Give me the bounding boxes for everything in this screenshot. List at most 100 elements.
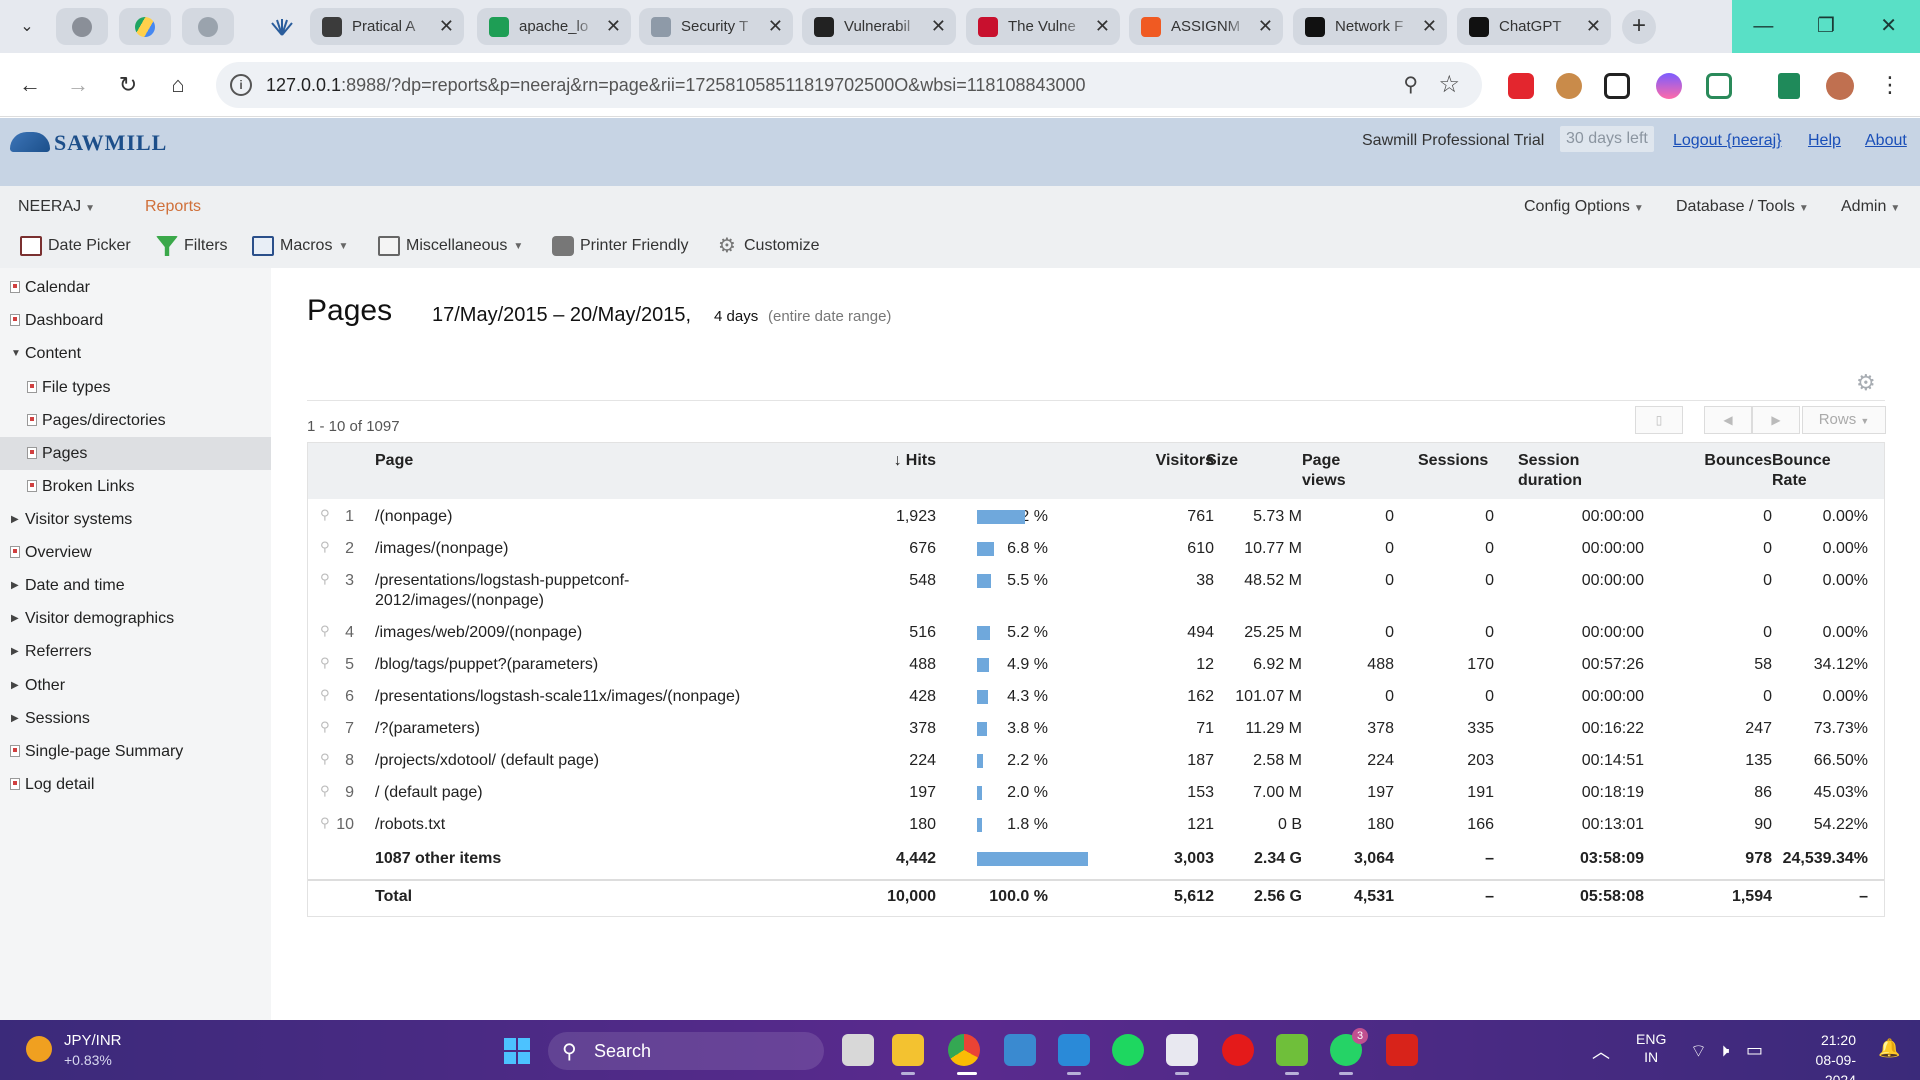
site-info-icon[interactable]: i: [230, 74, 252, 96]
page-link[interactable]: /?(parameters): [375, 719, 480, 739]
sidebar-item-file-types[interactable]: File types: [0, 371, 271, 404]
browser-tab[interactable]: Pratical A ✕: [310, 8, 464, 45]
page-link[interactable]: /projects/xdotool/ (default page): [375, 751, 599, 771]
customize-button[interactable]: ⚙ Customize: [716, 233, 820, 259]
about-link[interactable]: About: [1865, 132, 1907, 150]
table-row[interactable]: ⚲ 3/presentations/logstash-puppetconf- 201…: [308, 567, 1884, 619]
tab-close-icon[interactable]: ✕: [1258, 16, 1273, 36]
sidebar-item-date-and-time[interactable]: ▶ Date and time: [0, 569, 271, 602]
collapsed-triangle-icon[interactable]: ▶: [11, 503, 19, 536]
active-tab-sawmill[interactable]: [258, 8, 306, 45]
sidebar-item-single-page-summary[interactable]: Single-page Summary: [0, 735, 271, 768]
export-icon[interactable]: ▯: [1635, 406, 1683, 434]
chrome-icon[interactable]: [948, 1034, 980, 1066]
collapsed-triangle-icon[interactable]: ▶: [11, 635, 19, 668]
sidebar-item-log-detail[interactable]: Log detail: [0, 768, 271, 801]
browser-tab[interactable]: The Vulne ✕: [966, 8, 1120, 45]
sidebar-item-content[interactable]: ▼ Content: [0, 337, 271, 370]
table-row[interactable]: ⚲ 10/robots.txt 180 1.8 % 121 0 B 180 166 00:13:…: [308, 811, 1884, 843]
tray-chevron-up-icon[interactable]: ︿: [1592, 1038, 1610, 1064]
collapsed-triangle-icon[interactable]: ▶: [11, 702, 19, 735]
col-bounce-rate[interactable]: Bounce Rate: [1772, 451, 1831, 491]
printer-friendly-button[interactable]: Printer Friendly: [552, 233, 688, 259]
col-session-duration[interactable]: Session duration: [1518, 451, 1582, 491]
table-row[interactable]: ⚲ 9 / (default page) 197 2.0 % 153 7.00 M 197 19…: [308, 779, 1884, 811]
sidebar-item-calendar[interactable]: Calendar: [0, 271, 271, 304]
sidebar-item-visitor-demographics[interactable]: ▶ Visitor demographics: [0, 602, 271, 635]
tab-close-icon[interactable]: ✕: [931, 16, 946, 36]
page-link[interactable]: / (default page): [375, 783, 483, 803]
table-row[interactable]: ⚲ 8/projects/xdotool/ (default page) 224 2.…: [308, 747, 1884, 779]
volume-icon[interactable]: 🕨: [1718, 1040, 1729, 1061]
sawmill-logo[interactable]: SAWMILL: [10, 130, 167, 156]
col-visitors[interactable]: Visitors: [1118, 451, 1214, 471]
browser-tab[interactable]: apache_lo ✕: [477, 8, 631, 45]
table-row[interactable]: ⚲ 5/blog/tags/puppet?(parameters) 488 4.9 %…: [308, 651, 1884, 683]
browser-tab[interactable]: ChatGPT ✕: [1457, 8, 1611, 45]
col-page-views[interactable]: Page views: [1302, 451, 1346, 491]
zoom-row-icon[interactable]: ⚲: [320, 539, 330, 555]
battery-icon[interactable]: ▭: [1746, 1040, 1763, 1061]
page-link[interactable]: /presentations/logstash-scale11x/images/…: [375, 687, 740, 707]
col-size[interactable]: Size: [1206, 451, 1238, 471]
tab-close-icon[interactable]: ✕: [606, 16, 621, 36]
zoom-row-icon[interactable]: ⚲: [320, 571, 330, 587]
col-sessions[interactable]: Sessions: [1418, 451, 1488, 471]
browser-tab[interactable]: ASSIGNM ✕: [1129, 8, 1283, 45]
sidebar-item-sessions[interactable]: ▶ Sessions: [0, 702, 271, 735]
rows-dropdown[interactable]: Rows ▼: [1802, 406, 1886, 434]
back-arrow-icon[interactable]: ←: [14, 69, 46, 101]
extension-avatar-icon[interactable]: [1556, 73, 1582, 99]
page-link[interactable]: /images/web/2009/(nonpage): [375, 623, 582, 643]
page-link[interactable]: /robots.txt: [375, 815, 445, 835]
page-link[interactable]: /images/(nonpage): [375, 539, 508, 559]
browser-tab[interactable]: Security T ✕: [639, 8, 793, 45]
extension-flame-icon[interactable]: [1656, 73, 1682, 99]
collapsed-triangle-icon[interactable]: ▶: [11, 569, 19, 602]
sidebar-item-referrers[interactable]: ▶ Referrers: [0, 635, 271, 668]
reports-menu[interactable]: Reports: [145, 198, 201, 216]
table-settings-gear-icon[interactable]: ⚙: [1856, 370, 1876, 396]
previous-page-icon[interactable]: ◀: [1704, 406, 1752, 434]
miscellaneous-menu[interactable]: Miscellaneous ▼: [378, 233, 523, 259]
sidebar-item-dashboard[interactable]: Dashboard: [0, 304, 271, 337]
next-page-icon[interactable]: ▶: [1752, 406, 1800, 434]
sidebar-item-pages[interactable]: Pages: [0, 437, 271, 470]
task-view-icon[interactable]: [842, 1034, 874, 1066]
extensions-puzzle-icon[interactable]: [1706, 73, 1732, 99]
opera-icon[interactable]: [1222, 1034, 1254, 1066]
downloads-icon[interactable]: [1778, 73, 1800, 99]
reload-icon[interactable]: ↻: [112, 69, 144, 101]
macros-menu[interactable]: Macros ▼: [252, 233, 348, 259]
zoom-row-icon[interactable]: ⚲: [320, 783, 330, 799]
browser-tab[interactable]: Network F ✕: [1293, 8, 1447, 45]
zoom-row-icon[interactable]: ⚲: [320, 507, 330, 523]
system-clock[interactable]: 21:20 08-09-2024: [1786, 1030, 1856, 1080]
wifi-icon[interactable]: ⌔: [1690, 1040, 1707, 1063]
table-row[interactable]: ⚲1/(nonpage)1,92319.2 %7615.73 M0000:00:…: [308, 503, 1884, 535]
tab-close-icon[interactable]: ✕: [439, 16, 454, 36]
sidebar-item-broken-links[interactable]: Broken Links: [0, 470, 271, 503]
table-row[interactable]: ⚲ 4/images/web/2009/(nonpage) 516 5.2 % 494 2…: [308, 619, 1884, 651]
zoom-row-icon[interactable]: ⚲: [320, 751, 330, 767]
forward-arrow-icon[interactable]: →: [62, 69, 94, 101]
vscode-icon[interactable]: [1058, 1034, 1090, 1066]
logout-link[interactable]: Logout {neeraj}: [1673, 132, 1782, 150]
terminal-icon[interactable]: [1004, 1034, 1036, 1066]
windows-start-icon[interactable]: [504, 1038, 530, 1064]
browser-tab[interactable]: Vulnerabil ✕: [802, 8, 956, 45]
tab-close-icon[interactable]: ✕: [1095, 16, 1110, 36]
collapsed-triangle-icon[interactable]: ▶: [11, 669, 19, 702]
snipping-tool-icon[interactable]: [1166, 1034, 1198, 1066]
address-bar[interactable]: i 127.0.0.1:8988/?dp=reports&p=neeraj&rn…: [216, 62, 1482, 108]
col-bounces[interactable]: Bounces: [1676, 451, 1772, 471]
sidebar-item-pages-directories[interactable]: Pages/directories: [0, 404, 271, 437]
config-options-menu[interactable]: Config Options ▼: [1524, 198, 1644, 216]
profile-avatar-icon[interactable]: [1826, 72, 1854, 100]
sidebar-item-overview[interactable]: Overview: [0, 536, 271, 569]
database-tools-menu[interactable]: Database / Tools ▼: [1676, 198, 1809, 216]
zoom-row-icon[interactable]: ⚲: [320, 623, 330, 639]
date-picker-button[interactable]: Date Picker: [20, 233, 131, 259]
close-window-icon[interactable]: ✕: [1857, 0, 1920, 53]
new-tab-button[interactable]: +: [1622, 10, 1656, 44]
